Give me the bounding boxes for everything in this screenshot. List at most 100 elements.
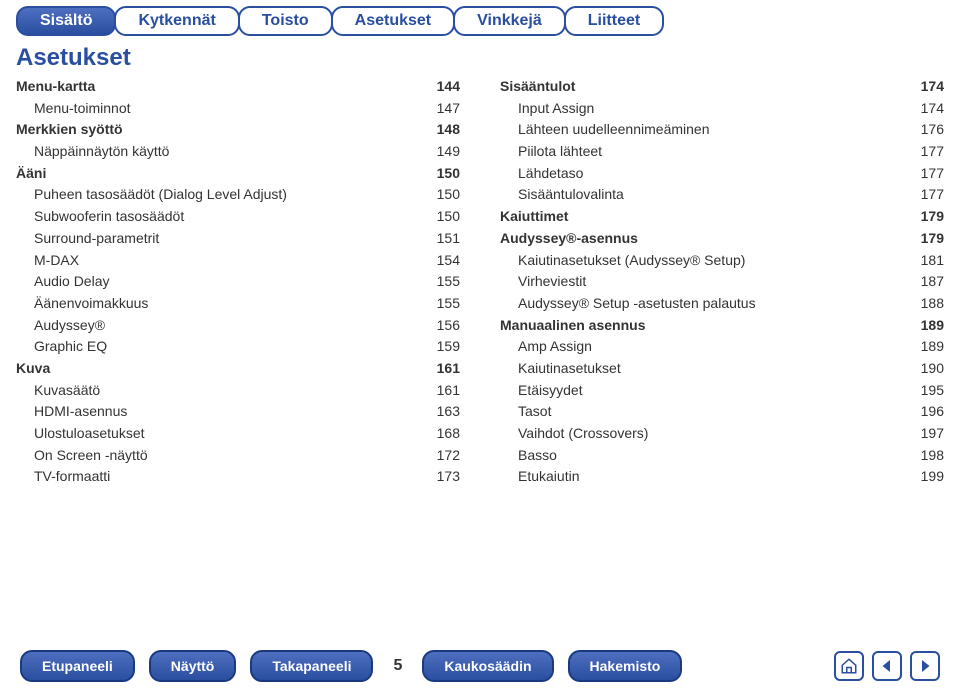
toc-label: Sisääntulovalinta bbox=[518, 184, 624, 206]
toc-page: 161 bbox=[431, 380, 460, 402]
toc-page: 161 bbox=[431, 358, 460, 380]
toc-page: 150 bbox=[431, 184, 460, 206]
toc-line[interactable]: Subwooferin tasosäädöt150 bbox=[16, 206, 460, 228]
toc-page: 188 bbox=[915, 293, 944, 315]
toc-label: Surround-parametrit bbox=[34, 228, 159, 250]
toc-label: Merkkien syöttö bbox=[16, 119, 123, 141]
toc-line[interactable]: Graphic EQ159 bbox=[16, 336, 460, 358]
toc-label: Menu-kartta bbox=[16, 76, 95, 98]
toc-line[interactable]: Lähteen uudelleennimeäminen176 bbox=[500, 119, 944, 141]
toc-page: 155 bbox=[431, 293, 460, 315]
toc-content: Menu-kartta 144Menu-toiminnot147Merkkien … bbox=[0, 76, 960, 488]
tab-kytkennat[interactable]: Kytkennät bbox=[114, 6, 239, 36]
toc-page: 189 bbox=[915, 315, 944, 337]
toc-label: Lähdetaso bbox=[518, 163, 583, 185]
toc-line[interactable]: Äänenvoimakkuus 155 bbox=[16, 293, 460, 315]
btn-naytto[interactable]: Näyttö bbox=[149, 650, 237, 682]
toc-line[interactable]: M-DAX154 bbox=[16, 250, 460, 272]
toc-page: 179 bbox=[915, 206, 944, 228]
btn-takapaneeli[interactable]: Takapaneeli bbox=[250, 650, 373, 682]
toc-line[interactable]: Sisääntulot174 bbox=[500, 76, 944, 98]
toc-line[interactable]: HDMI-asennus163 bbox=[16, 401, 460, 423]
toc-page: 154 bbox=[431, 250, 460, 272]
toc-line[interactable]: Ääni 150 bbox=[16, 163, 460, 185]
toc-line[interactable]: Puheen tasosäädöt (Dialog Level Adjust)1… bbox=[16, 184, 460, 206]
home-icon[interactable] bbox=[834, 651, 864, 681]
tab-toisto[interactable]: Toisto bbox=[238, 6, 333, 36]
toc-line[interactable]: Input Assign174 bbox=[500, 98, 944, 120]
toc-page: 159 bbox=[431, 336, 460, 358]
toc-label: Sisääntulot bbox=[500, 76, 575, 98]
prev-page-icon[interactable] bbox=[872, 651, 902, 681]
toc-line[interactable]: Kaiutinasetukset (Audyssey® Setup) 181 bbox=[500, 250, 944, 272]
toc-page: 189 bbox=[915, 336, 944, 358]
toc-page: 150 bbox=[431, 163, 460, 185]
toc-label: Audyssey® bbox=[34, 315, 105, 337]
toc-line[interactable]: Basso 198 bbox=[500, 445, 944, 467]
toc-line[interactable]: Tasot196 bbox=[500, 401, 944, 423]
toc-line[interactable]: Audyssey® Setup -asetusten palautus 188 bbox=[500, 293, 944, 315]
btn-etupaneeli[interactable]: Etupaneeli bbox=[20, 650, 135, 682]
toc-page: 190 bbox=[915, 358, 944, 380]
toc-label: Virheviestit bbox=[518, 271, 586, 293]
btn-hakemisto[interactable]: Hakemisto bbox=[568, 650, 683, 682]
toc-page: 177 bbox=[915, 184, 944, 206]
toc-page: 155 bbox=[431, 271, 460, 293]
toc-line[interactable]: Etukaiutin199 bbox=[500, 466, 944, 488]
toc-line[interactable]: Näppäinnäytön käyttö149 bbox=[16, 141, 460, 163]
next-page-icon[interactable] bbox=[910, 651, 940, 681]
toc-label: Audyssey® Setup -asetusten palautus bbox=[518, 293, 756, 315]
toc-page: 177 bbox=[915, 141, 944, 163]
tab-vinkkeja[interactable]: Vinkkejä bbox=[453, 6, 566, 36]
toc-line[interactable]: Merkkien syöttö148 bbox=[16, 119, 460, 141]
top-tabs: Sisältö Kytkennät Toisto Asetukset Vinkk… bbox=[0, 0, 960, 36]
toc-label: Ääni bbox=[16, 163, 46, 185]
toc-line[interactable]: Kuva161 bbox=[16, 358, 460, 380]
toc-page: 144 bbox=[431, 76, 460, 98]
toc-line[interactable]: Kuvasäätö 161 bbox=[16, 380, 460, 402]
toc-line[interactable]: Manuaalinen asennus189 bbox=[500, 315, 944, 337]
toc-line[interactable]: Sisääntulovalinta 177 bbox=[500, 184, 944, 206]
toc-line[interactable]: Kaiuttimet179 bbox=[500, 206, 944, 228]
toc-label: Lähteen uudelleennimeäminen bbox=[518, 119, 709, 141]
toc-line[interactable]: Virheviestit 187 bbox=[500, 271, 944, 293]
toc-line[interactable]: TV-formaatti173 bbox=[16, 466, 460, 488]
toc-line[interactable]: Ulostuloasetukset168 bbox=[16, 423, 460, 445]
toc-line[interactable]: Audio Delay155 bbox=[16, 271, 460, 293]
tab-asetukset[interactable]: Asetukset bbox=[331, 6, 455, 36]
toc-page: 181 bbox=[915, 250, 944, 272]
nav-icons bbox=[834, 651, 940, 681]
toc-label: Kuvasäätö bbox=[34, 380, 100, 402]
toc-label: Basso bbox=[518, 445, 557, 467]
toc-label: Äänenvoimakkuus bbox=[34, 293, 148, 315]
toc-page: 198 bbox=[915, 445, 944, 467]
toc-label: Etäisyydet bbox=[518, 380, 583, 402]
toc-line[interactable]: Kaiutinasetukset 190 bbox=[500, 358, 944, 380]
toc-line[interactable]: Vaihdot (Crossovers)197 bbox=[500, 423, 944, 445]
toc-line[interactable]: Menu-toiminnot147 bbox=[16, 98, 460, 120]
toc-label: Kaiutinasetukset bbox=[518, 358, 621, 380]
toc-line[interactable]: Etäisyydet195 bbox=[500, 380, 944, 402]
toc-line[interactable]: On Screen -näyttö172 bbox=[16, 445, 460, 467]
toc-page: 150 bbox=[431, 206, 460, 228]
toc-line[interactable]: Piilota lähteet177 bbox=[500, 141, 944, 163]
toc-label: Näppäinnäytön käyttö bbox=[34, 141, 169, 163]
toc-line[interactable]: Menu-kartta 144 bbox=[16, 76, 460, 98]
toc-page: 177 bbox=[915, 163, 944, 185]
toc-page: 174 bbox=[915, 98, 944, 120]
toc-line[interactable]: Surround-parametrit151 bbox=[16, 228, 460, 250]
toc-label: Amp Assign bbox=[518, 336, 592, 358]
toc-line[interactable]: Audyssey®-asennus179 bbox=[500, 228, 944, 250]
tab-liitteet[interactable]: Liitteet bbox=[564, 6, 664, 36]
toc-label: Vaihdot (Crossovers) bbox=[518, 423, 648, 445]
toc-line[interactable]: Lähdetaso 177 bbox=[500, 163, 944, 185]
toc-line[interactable]: Audyssey®156 bbox=[16, 315, 460, 337]
tab-sisalto[interactable]: Sisältö bbox=[16, 6, 116, 36]
toc-page: 172 bbox=[431, 445, 460, 467]
toc-line[interactable]: Amp Assign 189 bbox=[500, 336, 944, 358]
toc-label: Kaiutinasetukset (Audyssey® Setup) bbox=[518, 250, 745, 272]
btn-kaukosaadin[interactable]: Kaukosäädin bbox=[422, 650, 553, 682]
page-title: Asetukset bbox=[0, 36, 960, 76]
toc-label: Etukaiutin bbox=[518, 466, 579, 488]
toc-page: 187 bbox=[915, 271, 944, 293]
